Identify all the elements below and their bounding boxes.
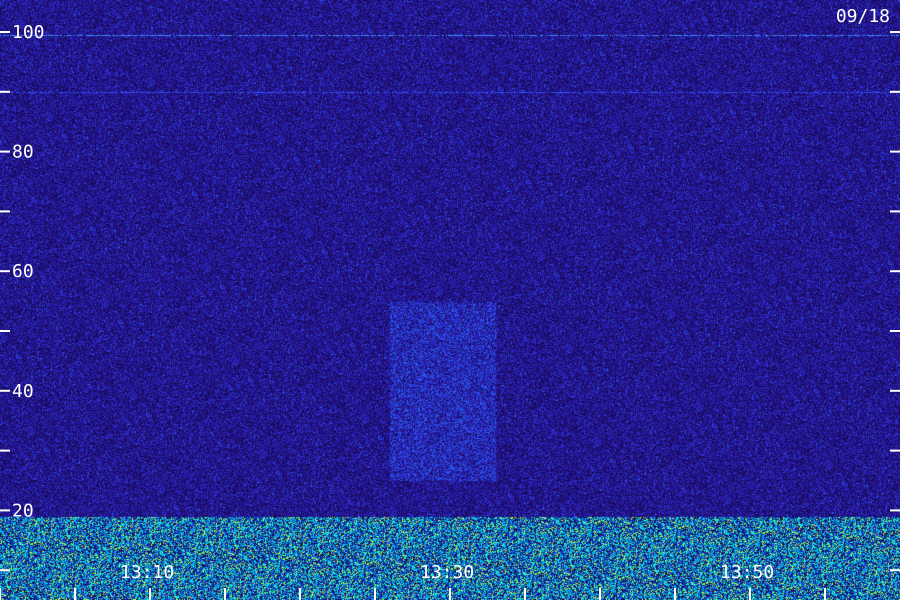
x-tick-label: 13:10 [120,562,174,583]
date-label: 09/18 [835,6,890,27]
x-tick-label: 13:30 [420,562,474,583]
spectrogram-chart: 20 40 60 80 100 13:10 13:30 13:50 09/18 [0,0,900,600]
y-tick-label: 100 [12,22,45,43]
y-tick-label: 60 [12,261,34,282]
y-tick-label: 40 [12,381,34,402]
y-tick-label: 20 [12,500,34,521]
axes-overlay: 20 40 60 80 100 13:10 13:30 13:50 [0,22,900,600]
x-axis: 13:10 13:30 13:50 [0,562,826,600]
y-tick-label: 80 [12,142,34,163]
y-axis: 20 40 60 80 100 [0,22,900,572]
x-tick-label: 13:50 [720,562,774,583]
